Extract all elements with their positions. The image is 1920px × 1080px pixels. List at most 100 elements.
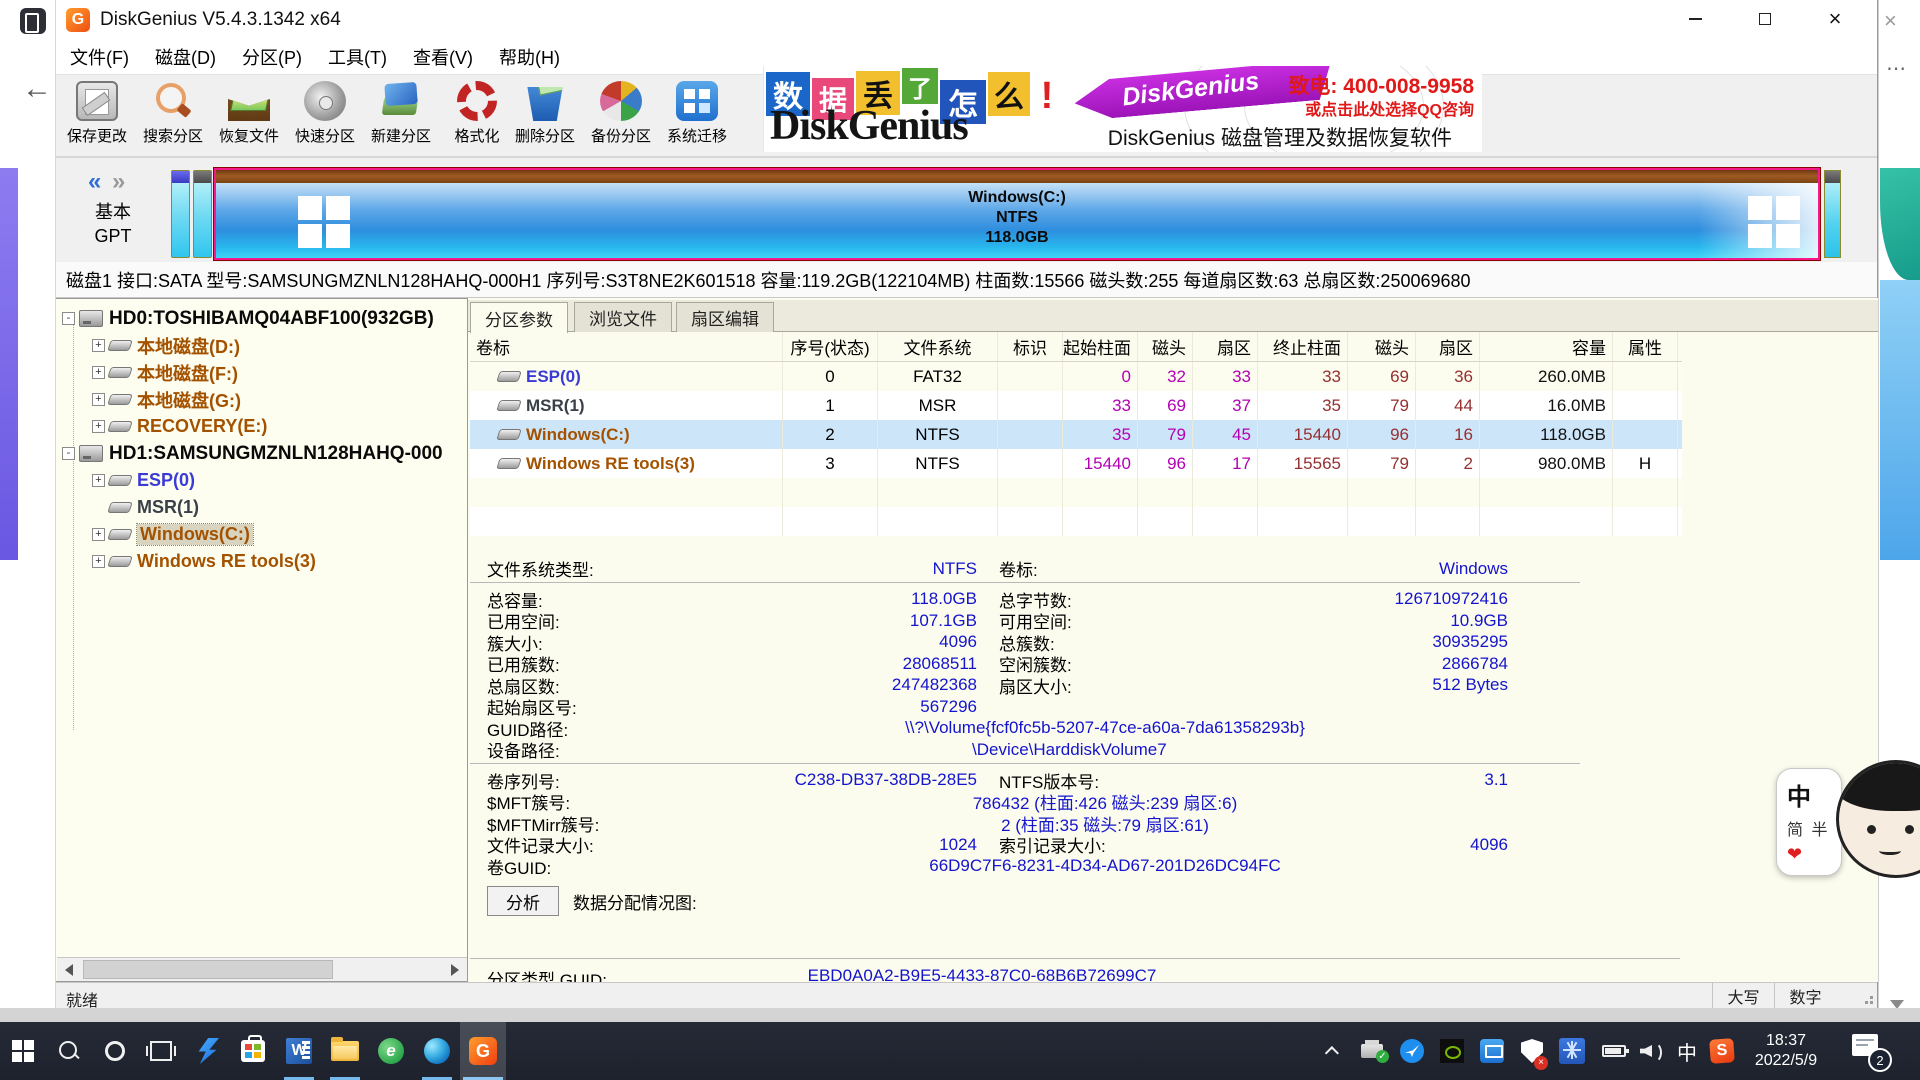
- ad-banner[interactable]: 数 据 丢 了 怎 么 ! DiskGenius DiskGenius 致电: …: [763, 66, 1482, 152]
- tree-item-hd1[interactable]: - HD1:SAMSUNGMZNLN128HAHQ-000: [56, 440, 467, 467]
- analyze-button[interactable]: 分析: [487, 886, 559, 916]
- recover-files-button[interactable]: 恢复文件: [212, 81, 286, 153]
- tree-item-recovery-e[interactable]: + RECOVERY(E:): [56, 413, 467, 440]
- tray-printer[interactable]: [1352, 1022, 1392, 1080]
- background-close-icon[interactable]: ×: [1884, 8, 1897, 34]
- quick-partition-button[interactable]: 快速分区: [288, 81, 362, 153]
- table-row-windows-c-selected[interactable]: Windows(C:) 2 NTFS 35 79 45 15440 96 16 …: [470, 420, 1682, 449]
- tray-sogou[interactable]: S: [1704, 1022, 1740, 1080]
- partition-block-re-tools[interactable]: [1824, 170, 1841, 258]
- nav-right-icon[interactable]: »: [112, 168, 125, 195]
- scroll-left-icon[interactable]: [57, 958, 81, 981]
- partition-nav: « »: [88, 168, 125, 196]
- tray-nvidia[interactable]: [1432, 1022, 1472, 1080]
- tab-sector-edit[interactable]: 扇区编辑: [676, 302, 774, 332]
- tray-intel-graphics[interactable]: [1472, 1022, 1512, 1080]
- menu-file[interactable]: 文件(F): [70, 44, 129, 70]
- tab-partition-params[interactable]: 分区参数: [470, 302, 568, 333]
- tree-item-esp[interactable]: + ESP(0): [56, 467, 467, 494]
- backup-partition-button[interactable]: 备份分区: [584, 81, 658, 153]
- partition-icon: [496, 400, 522, 411]
- word-button[interactable]: W: [276, 1022, 322, 1080]
- ime-floating-widget[interactable]: 中 简 半 ❤: [1776, 768, 1842, 876]
- detail-row: 卷序列号:C238-DB37-38DB-28E5 NTFS版本号:3.1: [487, 768, 1580, 790]
- partition-block-esp[interactable]: [171, 170, 190, 258]
- tree-item-windows-c[interactable]: + Windows(C:): [56, 521, 467, 548]
- start-button[interactable]: [0, 1022, 46, 1080]
- tree-item-windows-re[interactable]: + Windows RE tools(3): [56, 548, 467, 575]
- minimize-button[interactable]: [1672, 0, 1718, 38]
- menu-help[interactable]: 帮助(H): [499, 44, 560, 70]
- file-explorer-button[interactable]: [322, 1022, 368, 1080]
- tree-item-local-g[interactable]: + 本地磁盘(G:): [56, 386, 467, 413]
- table-row-windows-re[interactable]: Windows RE tools(3) 3 NTFS 15440 96 17 1…: [470, 449, 1682, 478]
- menu-partition[interactable]: 分区(P): [242, 44, 302, 70]
- table-row-msr[interactable]: MSR(1) 1 MSR 33 69 37 35 79 44 16.0MB: [470, 391, 1682, 420]
- banner-qq-link[interactable]: 或点击此处选择QQ咨询: [1305, 96, 1474, 120]
- delete-partition-button[interactable]: 删除分区: [508, 81, 582, 153]
- intel-graphics-icon: [1480, 1039, 1504, 1063]
- desktop-purple-strip: [0, 168, 18, 560]
- save-changes-button[interactable]: 保存更改: [60, 81, 134, 153]
- banner-tagline: DiskGenius 磁盘管理及数据恢复软件: [1108, 122, 1452, 152]
- tree-item-hd0[interactable]: - HD0:TOSHIBAMQ04ABF100(932GB): [56, 305, 467, 332]
- scroll-right-icon[interactable]: [443, 958, 467, 981]
- back-arrow-icon[interactable]: ←: [22, 72, 52, 106]
- tree-item-local-f[interactable]: + 本地磁盘(F:): [56, 359, 467, 386]
- tray-defender[interactable]: ×: [1512, 1022, 1552, 1080]
- search-partition-button[interactable]: 搜索分区: [136, 81, 210, 153]
- tray-expand-button[interactable]: [1316, 1022, 1352, 1080]
- expand-icon[interactable]: +: [92, 474, 105, 487]
- expand-icon[interactable]: +: [92, 528, 105, 541]
- expand-icon[interactable]: +: [92, 366, 105, 379]
- detail-row: 已用簇数:28068511 空闲簇数:2866784: [487, 651, 1580, 673]
- browser-e-icon: e: [378, 1038, 404, 1064]
- menu-tools[interactable]: 工具(T): [328, 44, 387, 70]
- tree-item-local-d[interactable]: + 本地磁盘(D:): [56, 332, 467, 359]
- diskgenius-taskbar-button[interactable]: G: [460, 1022, 506, 1080]
- collapse-icon[interactable]: -: [62, 447, 75, 460]
- partition-icon: [107, 556, 133, 567]
- collapse-icon[interactable]: -: [62, 312, 75, 325]
- partition-block-msr[interactable]: [193, 170, 212, 258]
- tree-item-msr[interactable]: MSR(1): [56, 494, 467, 521]
- tray-snowflake-app[interactable]: [1552, 1022, 1592, 1080]
- expand-icon[interactable]: +: [92, 393, 105, 406]
- cortana-button[interactable]: [92, 1022, 138, 1080]
- new-partition-button[interactable]: 新建分区: [364, 81, 438, 153]
- expand-icon[interactable]: +: [92, 420, 105, 433]
- format-button[interactable]: 格式化: [440, 81, 514, 153]
- resize-grip[interactable]: [1859, 990, 1873, 1004]
- taskbar-clock[interactable]: 18:37 2022/5/9: [1738, 1022, 1834, 1080]
- expand-icon[interactable]: +: [92, 555, 105, 568]
- printer-icon: [1361, 1044, 1383, 1058]
- window-title: DiskGenius V5.4.3.1342 x64: [100, 9, 341, 31]
- menu-view[interactable]: 查看(V): [413, 44, 473, 70]
- taskbar-app-lightning[interactable]: [184, 1022, 230, 1080]
- partition-icon: [107, 394, 133, 405]
- tray-thunder[interactable]: [1392, 1022, 1432, 1080]
- maximize-button[interactable]: [1742, 0, 1788, 38]
- scrollbar-thumb[interactable]: [83, 960, 333, 979]
- menu-disk[interactable]: 磁盘(D): [155, 44, 216, 70]
- browser-green-button[interactable]: e: [368, 1022, 414, 1080]
- nav-left-icon[interactable]: «: [88, 168, 101, 195]
- microsoft-store-button[interactable]: [230, 1022, 276, 1080]
- taskbar-search-button[interactable]: [46, 1022, 92, 1080]
- system-migration-button[interactable]: 系统迁移: [660, 81, 734, 153]
- tab-browse-files[interactable]: 浏览文件: [574, 302, 672, 332]
- speaker-icon: [1640, 1041, 1664, 1061]
- close-icon: ×: [1829, 8, 1842, 30]
- tree-horizontal-scrollbar[interactable]: [57, 957, 467, 981]
- edge-button[interactable]: [414, 1022, 460, 1080]
- partition-block-windows-c[interactable]: Windows(C:) NTFS 118.0GB: [214, 168, 1820, 260]
- task-view-button[interactable]: [138, 1022, 184, 1080]
- tab-bar: 分区参数 浏览文件 扇区编辑: [468, 300, 1878, 332]
- close-button[interactable]: ×: [1812, 0, 1858, 38]
- tray-volume[interactable]: [1634, 1022, 1670, 1080]
- tray-battery[interactable]: [1594, 1022, 1634, 1080]
- expand-icon[interactable]: +: [92, 339, 105, 352]
- background-more-icon[interactable]: ⋯: [1886, 56, 1907, 81]
- tray-ime-mode[interactable]: 中: [1670, 1022, 1704, 1080]
- table-row-esp[interactable]: ESP(0) 0 FAT32 0 32 33 33 69 36 260.0MB: [470, 362, 1682, 391]
